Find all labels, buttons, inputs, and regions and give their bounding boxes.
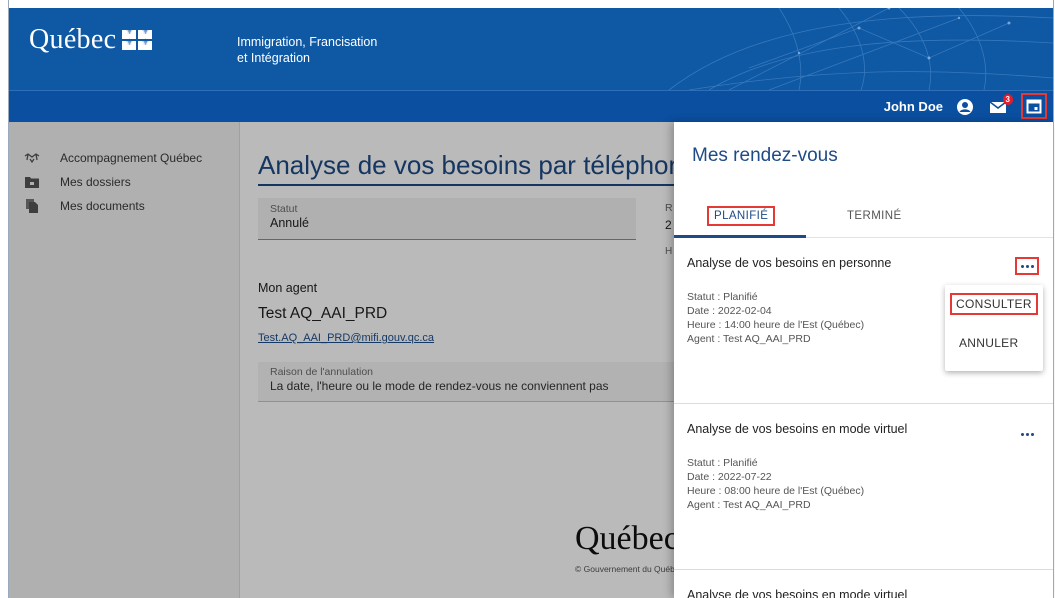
globe-graphic — [668, 8, 1053, 90]
menu-item-consulter[interactable]: CONSULTER — [950, 293, 1038, 315]
mail-count-badge: 3 — [1002, 94, 1013, 105]
appointment-agent: Agent : Test AQ_AAI_PRD — [687, 333, 811, 345]
appointment-agent: Agent : Test AQ_AAI_PRD — [687, 499, 811, 511]
appointment-title: Analyse de vos besoins en personne — [687, 256, 892, 270]
appointments-panel: Mes rendez-vous PLANIFIÉ TERMINÉ Analyse… — [674, 122, 1053, 598]
appointment-tabs: PLANIFIÉ TERMINÉ — [674, 196, 1053, 238]
mail-icon[interactable]: 3 — [989, 94, 1013, 117]
site-header: Québec Immigration, Francisation et Inté… — [9, 8, 1053, 90]
quebec-logo[interactable]: Québec — [29, 24, 153, 56]
user-bar: John Doe 3 — [9, 90, 1053, 122]
appointment-status: Statut : Planifié — [687, 291, 758, 303]
logo-text: Québec — [29, 24, 117, 55]
tab-termine[interactable]: TERMINÉ — [847, 210, 902, 222]
appointment-time: Heure : 14:00 heure de l'Est (Québec) — [687, 319, 865, 331]
calendar-icon[interactable] — [1021, 93, 1047, 119]
appointment-time: Heure : 08:00 heure de l'Est (Québec) — [687, 485, 865, 497]
frame-edge-right — [1053, 0, 1054, 598]
account-icon[interactable] — [955, 97, 975, 117]
appointment-status: Statut : Planifié — [687, 457, 758, 469]
user-name[interactable]: John Doe — [884, 99, 943, 114]
appointment-title: Analyse de vos besoins en mode virtuel — [687, 422, 908, 436]
more-options-button[interactable] — [1015, 257, 1039, 275]
quebec-flag-icon — [122, 26, 153, 50]
appointment-date: Date : 2022-07-22 — [687, 471, 772, 483]
tab-planifie[interactable]: PLANIFIÉ — [707, 206, 776, 226]
modal-backdrop[interactable] — [9, 122, 674, 598]
ministry-line-1: Immigration, Francisation — [237, 35, 378, 49]
appointment-card: Analyse de vos besoins en mode virtuel S… — [674, 405, 1053, 570]
appointment-date: Date : 2022-02-04 — [687, 305, 772, 317]
more-options-button[interactable] — [1015, 425, 1039, 443]
more-horizontal-icon — [1020, 432, 1034, 436]
menu-item-annuler[interactable]: ANNULER — [955, 334, 1022, 352]
appointment-title: Analyse de vos besoins en mode virtuel — [687, 588, 908, 598]
ministry-line-2: et Intégration — [237, 51, 310, 65]
more-horizontal-icon — [1020, 264, 1034, 268]
appointment-card: Analyse de vos besoins en mode virtuel — [674, 571, 1053, 598]
ministry-name: Immigration, Francisation et Intégration — [237, 34, 377, 66]
active-tab-indicator — [674, 235, 806, 238]
frame-edge-left — [8, 0, 9, 598]
panel-title: Mes rendez-vous — [692, 145, 838, 166]
appointment-actions-menu: CONSULTER ANNULER — [945, 285, 1043, 371]
more-options-button[interactable] — [1015, 591, 1039, 598]
